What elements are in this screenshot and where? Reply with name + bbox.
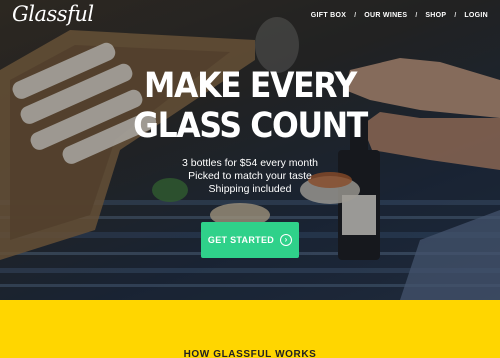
nav-item-login[interactable]: LOGIN	[464, 12, 488, 19]
hero-headline: MAKE EVERY GLASS COUNT	[115, 66, 385, 146]
nav-separator: /	[415, 12, 418, 19]
hero-match-text: Picked to match your taste	[188, 170, 312, 182]
get-started-label: GET STARTED	[207, 235, 275, 245]
how-it-works-section: HOW GLASSFUL WORKS	[0, 300, 500, 358]
hero-headline-line-2: GLASS COUNT	[133, 106, 368, 146]
nav-separator: /	[454, 12, 457, 19]
nav-item-shop[interactable]: SHOP	[425, 12, 446, 19]
nav-item-our-wines[interactable]: OUR WINES	[364, 12, 407, 19]
arrow-right-circle-icon: ›	[280, 234, 293, 246]
hero-shipping-text: Shipping included	[208, 183, 292, 195]
glassful-logo[interactable]: Glassful	[12, 2, 94, 26]
how-it-works-title: HOW GLASSFUL WORKS	[183, 349, 317, 358]
hero-offer-text: 3 bottles for $54 every month	[182, 157, 318, 169]
hero-subtext: 3 bottles for $54 every month Picked to …	[100, 157, 400, 196]
nav-item-gift-box[interactable]: GIFT BOX	[311, 12, 346, 19]
hero-headline-line-1: MAKE EVERY	[144, 66, 357, 106]
nav-menu: GIFT BOX / OUR WINES / SHOP / LOGIN	[311, 12, 488, 19]
top-navigation: Glassful GIFT BOX / OUR WINES / SHOP / L…	[0, 0, 500, 34]
nav-separator: /	[354, 12, 357, 19]
get-started-button[interactable]: GET STARTED ›	[201, 222, 299, 258]
